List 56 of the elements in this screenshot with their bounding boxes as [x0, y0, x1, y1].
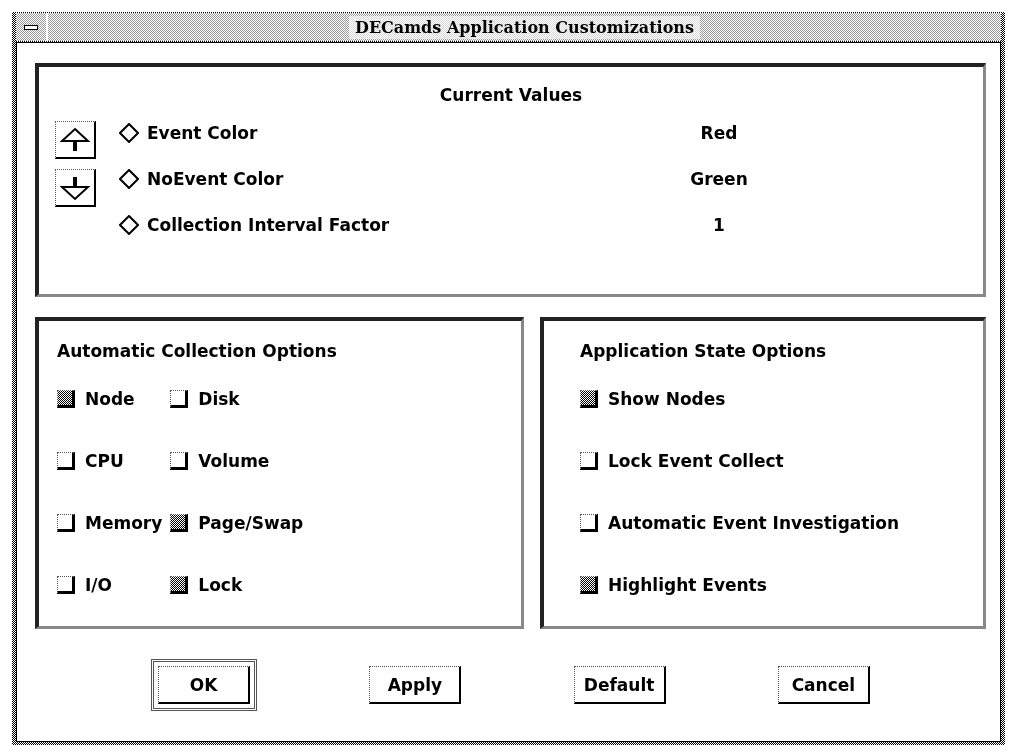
checkbox[interactable]	[170, 514, 189, 532]
radio-label: Collection Interval Factor	[147, 215, 390, 235]
checkbox-option[interactable]: Page/Swap	[170, 513, 304, 533]
radio-label: NoEvent Color	[147, 169, 284, 189]
checkbox-option[interactable]: Lock	[170, 575, 304, 595]
checkbox[interactable]	[57, 576, 75, 594]
checkbox[interactable]	[170, 390, 189, 408]
radio-option[interactable]: NoEvent Color	[119, 169, 659, 189]
checkbox-label: Node	[85, 389, 135, 409]
checkbox-option[interactable]: Volume	[170, 451, 304, 471]
checkbox[interactable]	[57, 452, 75, 470]
dialog-button[interactable]: Cancel	[777, 666, 870, 704]
checkbox[interactable]	[580, 452, 598, 470]
checkbox[interactable]	[57, 390, 75, 408]
current-value: 1	[712, 215, 726, 235]
checkbox-label: Disk	[198, 389, 240, 409]
checkbox-label: Lock Event Collect	[608, 451, 784, 471]
checkbox-option[interactable]: Show Nodes	[580, 389, 900, 409]
checkbox[interactable]	[580, 514, 598, 532]
scroll-down-button[interactable]	[55, 169, 96, 207]
checkbox-option[interactable]: Highlight Events	[580, 575, 900, 595]
checkbox-label: Page/Swap	[198, 513, 304, 533]
checkbox[interactable]	[170, 576, 189, 594]
checkbox[interactable]	[580, 576, 598, 594]
dialog-button[interactable]: OK	[151, 659, 258, 711]
scroll-up-button[interactable]	[55, 121, 96, 159]
checkbox-label: Show Nodes	[608, 389, 726, 409]
checkbox-option[interactable]: I/O	[57, 575, 163, 595]
checkbox-option[interactable]: CPU	[57, 451, 163, 471]
window-title: DECamds Application Customizations	[349, 15, 700, 39]
checkbox-label: Memory	[85, 513, 163, 533]
down-arrow-icon	[60, 174, 90, 201]
radio-option[interactable]: Collection Interval Factor	[119, 215, 659, 235]
checkbox-option[interactable]: Disk	[170, 389, 304, 409]
checkbox[interactable]	[57, 514, 75, 532]
dialog-button[interactable]: Apply	[369, 666, 462, 704]
panel-title: Automatic Collection Options	[57, 341, 338, 361]
radio-option[interactable]: Event Color	[119, 123, 659, 143]
panel-title: Current Values	[438, 85, 584, 105]
panel-title: Application State Options	[580, 341, 828, 361]
checkbox-label: Volume	[198, 451, 270, 471]
checkbox-option[interactable]: Lock Event Collect	[580, 451, 900, 471]
current-value: Red	[699, 123, 739, 143]
checkbox-label: I/O	[85, 575, 112, 595]
checkbox[interactable]	[580, 390, 598, 408]
checkbox-option[interactable]: Memory	[57, 513, 163, 533]
checkbox-label: Highlight Events	[608, 575, 767, 595]
current-value: Green	[689, 169, 749, 189]
up-arrow-icon	[60, 126, 90, 153]
checkbox[interactable]	[170, 452, 189, 470]
radio-label: Event Color	[147, 123, 258, 143]
checkbox-label: CPU	[85, 451, 124, 471]
checkbox-label: Lock	[198, 575, 243, 595]
checkbox-option[interactable]: Node	[57, 389, 163, 409]
dialog-button[interactable]: Default	[573, 666, 666, 704]
window-menu-button[interactable]	[16, 13, 48, 41]
